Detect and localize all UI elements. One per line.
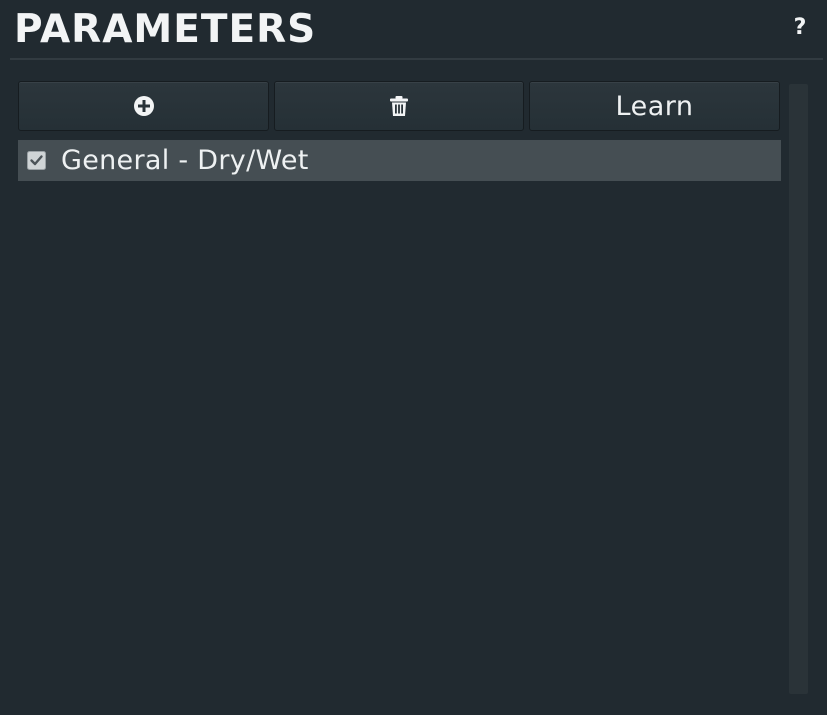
panel-title: PARAMETERS — [14, 7, 317, 52]
list-item-label: General - Dry/Wet — [61, 145, 309, 176]
learn-button-label: Learn — [615, 90, 694, 122]
learn-button[interactable]: Learn — [529, 81, 780, 131]
add-parameter-button[interactable] — [18, 81, 269, 131]
vertical-scrollbar[interactable] — [789, 84, 808, 694]
delete-parameter-button[interactable] — [274, 81, 524, 131]
plus-circle-icon — [133, 95, 155, 117]
checkbox-checked-icon[interactable] — [27, 151, 46, 170]
trash-icon — [389, 95, 409, 117]
parameters-panel: PARAMETERS ? Learn General - Dry/Wet — [0, 0, 827, 715]
toolbar: Learn — [18, 81, 780, 133]
title-divider — [10, 58, 823, 60]
parameter-list: General - Dry/Wet — [18, 140, 781, 181]
help-button[interactable]: ? — [790, 14, 810, 42]
list-item[interactable]: General - Dry/Wet — [18, 140, 781, 181]
